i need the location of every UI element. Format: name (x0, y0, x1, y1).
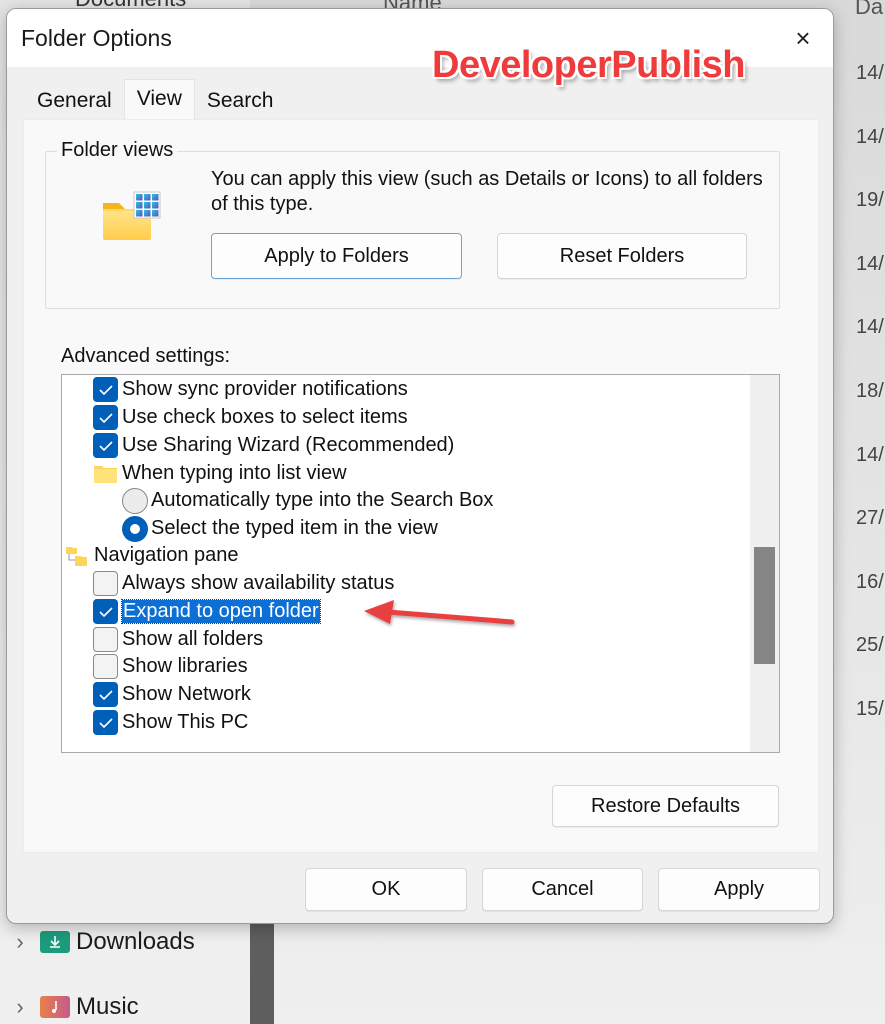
date-cell: 16/ (856, 570, 884, 593)
checkmark-icon (98, 384, 113, 395)
nav-pane-scrollbar[interactable] (250, 920, 274, 1024)
setting-label: Show This PC (122, 711, 249, 733)
checkmark-icon (98, 606, 113, 617)
date-cell: 18/ (856, 379, 884, 402)
setting-label: Automatically type into the Search Box (151, 489, 494, 511)
music-folder-icon (40, 996, 70, 1018)
setting-label: Use Sharing Wizard (Recommended) (122, 434, 455, 456)
setting-always-show-availability[interactable]: Always show availability status (93, 570, 394, 597)
setting-label: When typing into list view (122, 462, 347, 484)
checkbox-unchecked[interactable] (93, 627, 118, 652)
chevron-right-icon[interactable]: › (0, 929, 40, 955)
nav-item-downloads[interactable]: › Downloads (0, 927, 195, 957)
date-cell: 25/ (856, 634, 884, 657)
checkmark-icon (98, 689, 113, 700)
setting-select-typed-item[interactable]: Select the typed item in the view (122, 515, 438, 542)
setting-auto-type-search-box[interactable]: Automatically type into the Search Box (122, 487, 493, 514)
setting-label: Show libraries (122, 655, 248, 677)
setting-group-navigation-pane: Navigation pane (65, 542, 239, 569)
setting-label: Show Network (122, 683, 251, 705)
downloads-folder-icon (40, 931, 70, 953)
date-cell: 14/ (856, 252, 884, 275)
column-header-date[interactable]: Da (855, 0, 883, 20)
folder-tree-icon (65, 546, 90, 566)
chevron-right-icon[interactable]: › (0, 994, 40, 1020)
ok-button[interactable]: OK (305, 868, 467, 911)
apply-button[interactable]: Apply (658, 868, 820, 911)
setting-show-sync-provider-notifications[interactable]: Show sync provider notifications (93, 376, 408, 403)
checkbox-checked[interactable] (93, 377, 118, 402)
checkmark-icon (98, 717, 113, 728)
setting-label: Show all folders (122, 628, 264, 650)
date-cell: 14/ (856, 443, 884, 466)
setting-label: Select the typed item in the view (151, 517, 438, 539)
setting-label: Show sync provider notifications (122, 378, 408, 400)
nav-item-label: Music (76, 993, 139, 1020)
tab-strip: General View Search (23, 79, 285, 119)
setting-label: Use check boxes to select items (122, 406, 408, 428)
nav-item-label: Downloads (76, 928, 195, 955)
dialog-title: Folder Options (21, 25, 172, 51)
date-cell: 14/ (856, 316, 884, 339)
advanced-settings-label: Advanced settings: (61, 345, 230, 367)
radio-unselected[interactable] (122, 487, 148, 514)
checkbox-checked[interactable] (93, 433, 118, 458)
tree-scrollbar[interactable] (750, 375, 779, 752)
folder-views-description: You can apply this view (such as Details… (211, 168, 763, 215)
folder-icon (93, 464, 118, 484)
tab-view[interactable]: View (123, 79, 195, 119)
radio-selected[interactable] (122, 515, 148, 542)
cancel-button[interactable]: Cancel (482, 868, 643, 911)
setting-group-typing-list-view: When typing into list view (93, 460, 347, 487)
setting-show-network[interactable]: Show Network (93, 681, 251, 708)
date-cell: 15/ (856, 697, 884, 720)
tab-general[interactable]: General (23, 85, 124, 119)
close-icon: × (795, 22, 811, 53)
date-cell: 27/ (856, 507, 884, 530)
tree-scrollbar-thumb[interactable] (754, 547, 775, 664)
restore-defaults-button[interactable]: Restore Defaults (552, 785, 779, 827)
checkmark-icon (98, 440, 113, 451)
setting-use-sharing-wizard[interactable]: Use Sharing Wizard (Recommended) (93, 432, 454, 459)
setting-expand-to-open-folder[interactable]: Expand to open folder (93, 598, 321, 625)
date-cell: 19/ (856, 189, 884, 212)
date-cell: 14/ (856, 62, 884, 84)
watermark-text: DeveloperPublish (432, 44, 745, 86)
close-button[interactable]: × (783, 21, 823, 55)
checkbox-checked[interactable] (93, 599, 118, 624)
nav-item-music[interactable]: › Music (0, 992, 139, 1022)
advanced-settings-tree[interactable]: Show sync provider notifications Use che… (61, 374, 780, 753)
setting-label-selected: Expand to open folder (121, 599, 321, 624)
folder-view-icon (99, 189, 163, 249)
date-cell: 14/ (856, 125, 884, 148)
apply-to-folders-button[interactable]: Apply to Folders (211, 233, 462, 279)
checkbox-checked[interactable] (93, 682, 118, 707)
folder-views-legend: Folder views (57, 139, 178, 162)
tab-search[interactable]: Search (195, 85, 286, 119)
annotation-arrow-icon (364, 600, 515, 625)
setting-show-all-folders[interactable]: Show all folders (93, 626, 263, 653)
folder-options-dialog: Folder Options × General View Search Fol… (6, 8, 834, 924)
setting-use-check-boxes[interactable]: Use check boxes to select items (93, 404, 408, 431)
checkbox-checked[interactable] (93, 710, 118, 735)
checkbox-unchecked[interactable] (93, 571, 118, 596)
reset-folders-button[interactable]: Reset Folders (497, 233, 747, 279)
date-column: 14/ 14/ 19/ 14/ 14/ 18/ 14/ 27/ 16/ 25/ … (856, 62, 884, 762)
checkbox-unchecked[interactable] (93, 654, 118, 679)
setting-show-this-pc[interactable]: Show This PC (93, 709, 248, 736)
checkmark-icon (98, 412, 113, 423)
setting-label: Always show availability status (122, 572, 395, 594)
setting-show-libraries[interactable]: Show libraries (93, 653, 248, 680)
setting-label: Navigation pane (94, 544, 239, 566)
checkbox-checked[interactable] (93, 405, 118, 430)
